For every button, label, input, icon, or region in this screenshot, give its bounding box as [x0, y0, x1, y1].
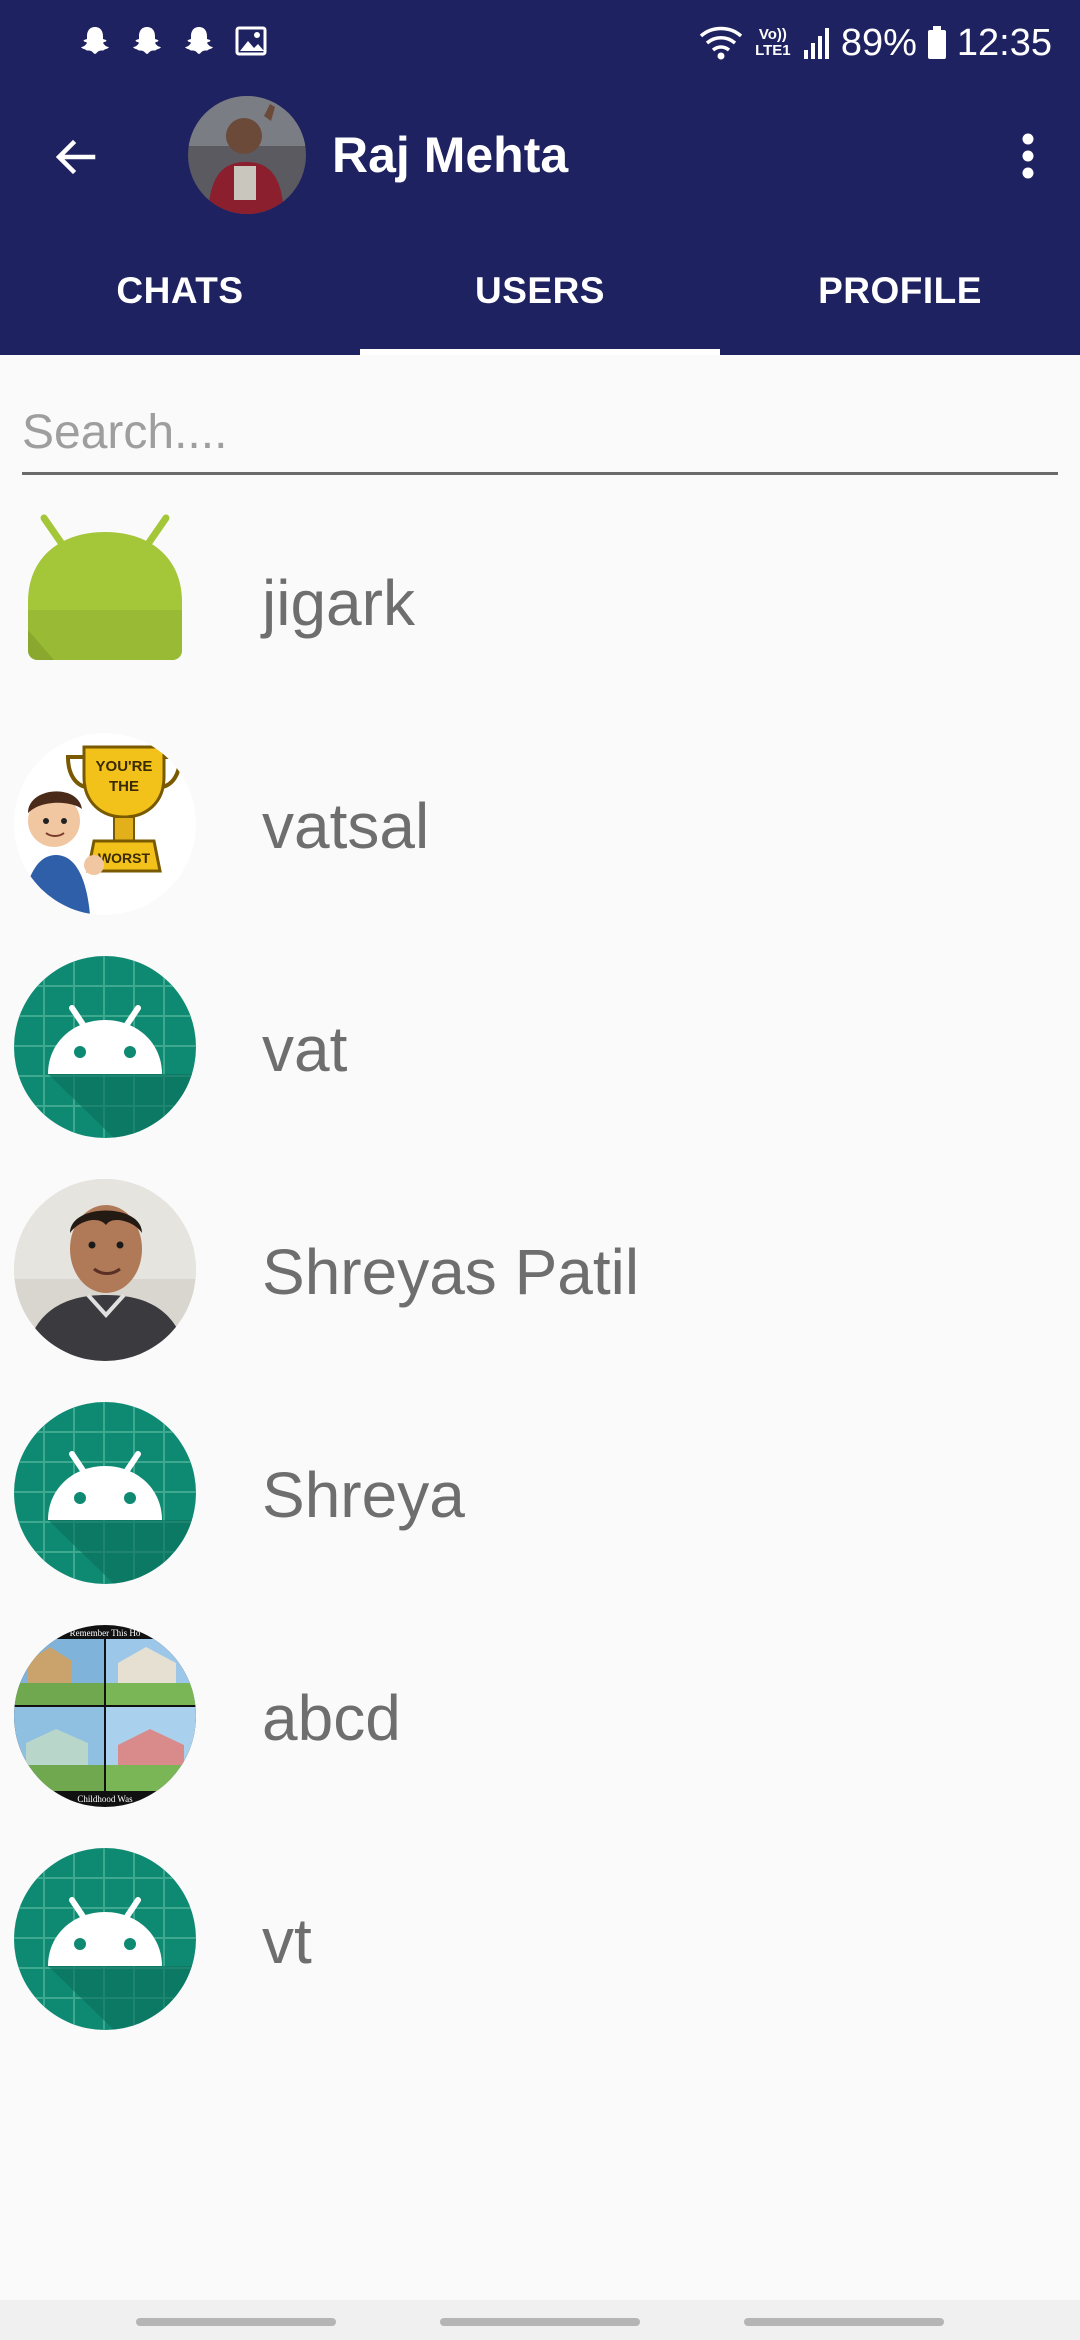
- search-input[interactable]: [22, 395, 1058, 469]
- profile-avatar[interactable]: [188, 96, 306, 214]
- user-list: jigark YOU'RE THE WORST vatsal vat Shrey…: [0, 500, 1080, 2061]
- user-name: vt: [262, 1905, 312, 1977]
- back-button[interactable]: [40, 122, 110, 192]
- search-field: [22, 395, 1058, 475]
- list-item[interactable]: vt: [0, 1838, 1080, 2061]
- user-name: vat: [262, 1013, 348, 1085]
- svg-text:YOU'RE: YOU'RE: [96, 758, 153, 775]
- list-item[interactable]: vat: [0, 946, 1080, 1169]
- snapchat-icon: [133, 27, 161, 54]
- svg-text:WORST: WORST: [98, 850, 151, 866]
- list-item[interactable]: YOU'RE THE WORST vatsal: [0, 723, 1080, 946]
- user-name: Shreya: [262, 1459, 465, 1531]
- system-navigation-bar: [0, 2300, 1080, 2340]
- list-item[interactable]: Shreyas Patil: [0, 1169, 1080, 1392]
- status-right: Vo)) LTE1 89% 12:35: [699, 18, 1052, 68]
- battery-percent: 89%: [840, 21, 917, 64]
- battery-icon: [927, 26, 946, 59]
- tab-bar: CHATS USERS PROFILE: [0, 226, 1080, 355]
- toolbar: Raj Mehta: [0, 86, 1080, 226]
- overflow-menu-button[interactable]: [996, 118, 1060, 194]
- list-item[interactable]: jigark: [0, 500, 1080, 723]
- profile-name: Raj Mehta: [332, 127, 569, 183]
- back-handle[interactable]: [744, 2318, 944, 2326]
- notification-icons: [78, 24, 268, 58]
- more-vertical-icon: [1022, 133, 1034, 179]
- home-handle[interactable]: [440, 2318, 640, 2326]
- snapchat-icon: [81, 27, 109, 54]
- app-bar: Vo)) LTE1 89% 12:35 Raj Mehta CHATS USER…: [0, 0, 1080, 355]
- tab-label: CHATS: [116, 269, 244, 311]
- user-name: Shreyas Patil: [262, 1236, 640, 1308]
- tab-chats[interactable]: CHATS: [0, 226, 360, 355]
- houses-collage-avatar: Remember This Ho Childhood Was: [14, 1625, 196, 1807]
- photo-avatar: [14, 1179, 196, 1361]
- tab-profile[interactable]: PROFILE: [720, 226, 1080, 355]
- tab-indicator: [360, 349, 720, 355]
- android-robot-icon: [14, 510, 196, 692]
- profile-photo: [188, 96, 306, 214]
- android-default-avatar: [14, 956, 196, 1138]
- svg-text:Remember This Ho: Remember This Ho: [70, 1628, 141, 1638]
- user-name: abcd: [262, 1682, 401, 1754]
- bitmoji-trophy-avatar: YOU'RE THE WORST: [14, 733, 196, 915]
- clock: 12:35: [956, 21, 1052, 64]
- tab-label: PROFILE: [818, 269, 982, 311]
- image-icon: [235, 26, 267, 56]
- user-name: vatsal: [262, 790, 430, 862]
- network-type-label: Vo)) LTE1: [755, 26, 791, 59]
- snapchat-icon: [185, 27, 213, 54]
- android-default-avatar: [14, 1848, 196, 2030]
- status-bar: Vo)) LTE1 89% 12:35: [0, 0, 1080, 86]
- signal-icon: [803, 28, 829, 59]
- svg-text:THE: THE: [109, 778, 139, 795]
- arrow-left-icon: [55, 139, 96, 175]
- recents-handle[interactable]: [136, 2318, 336, 2326]
- user-name: jigark: [262, 567, 415, 639]
- svg-text:Childhood Was: Childhood Was: [77, 1794, 133, 1804]
- tab-users[interactable]: USERS: [360, 226, 720, 355]
- android-default-avatar: [14, 1402, 196, 1584]
- wifi-icon: [699, 26, 743, 60]
- tab-label: USERS: [475, 269, 605, 311]
- list-item[interactable]: Remember This Ho Childhood Was abcd: [0, 1615, 1080, 1838]
- list-item[interactable]: Shreya: [0, 1392, 1080, 1615]
